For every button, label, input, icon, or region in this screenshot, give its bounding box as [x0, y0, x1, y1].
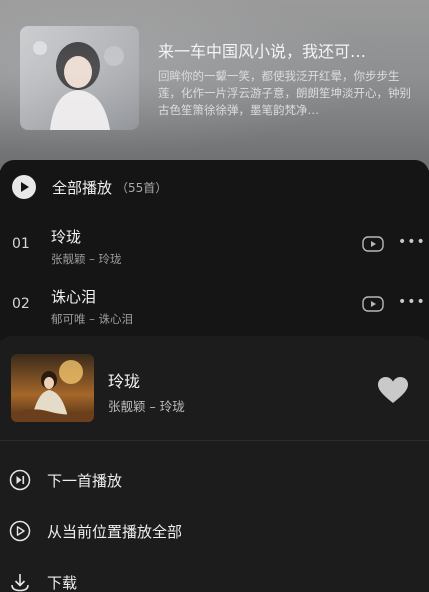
playlist-description[interactable]: 回眸你的一颦一笑，都使我泛开红晕，你步步生莲，化作一片浮云游子意，朗朗笙坤淡开心… — [158, 68, 420, 122]
play-next-button[interactable]: 下一首播放 — [0, 460, 429, 500]
track-row[interactable]: 01 玲珑 张靓颖 – 玲珑 ••• — [0, 222, 429, 272]
track-index: 01 — [12, 236, 30, 252]
app-screen: 来一车中国风小说，我还可… 回眸你的一颦一笑，都使我泛开红晕，你步步生莲，化作一… — [0, 0, 429, 592]
play-all-from-here-button[interactable]: 从当前位置播放全部 — [0, 511, 429, 551]
play-next-icon — [9, 469, 31, 491]
song-count: （55首） — [116, 180, 168, 195]
play-next-label: 下一首播放 — [47, 471, 123, 490]
track-title: 玲珑 — [51, 228, 82, 246]
play-all-button[interactable]: 全部播放 （55首） — [12, 174, 167, 200]
song-cover-image — [11, 354, 94, 422]
song-list-panel: 全部播放 （55首） 01 玲珑 张靓颖 – 玲珑 ••• 02 诛心泪 郁可唯… — [0, 160, 429, 340]
play-all-from-here-label: 从当前位置播放全部 — [47, 522, 183, 541]
playlist-header: 来一车中国风小说，我还可… 回眸你的一颦一笑，都使我泛开红晕，你步步生莲，化作一… — [0, 0, 429, 170]
track-title: 诛心泪 — [51, 288, 97, 306]
mv-play-icon[interactable] — [362, 236, 384, 256]
favorite-heart-icon[interactable] — [377, 376, 409, 408]
song-action-sheet: 玲珑 张靓颖 – 玲珑 下一首播放 从当前位置播放全部 下载 — [0, 336, 429, 592]
sheet-song-title: 玲珑 — [108, 372, 141, 391]
sheet-song-artist: 张靓颖 – 玲珑 — [108, 399, 185, 414]
more-options-icon[interactable]: ••• — [398, 294, 426, 310]
divider — [0, 440, 429, 441]
download-button[interactable]: 下载 — [0, 562, 429, 592]
download-label: 下载 — [47, 573, 78, 592]
play-all-icon — [12, 175, 36, 199]
track-row[interactable]: 02 诛心泪 郁可唯 – 诛心泪 ••• — [0, 282, 429, 332]
playlist-cover-image[interactable] — [20, 26, 139, 130]
mv-play-icon[interactable] — [362, 296, 384, 316]
play-circle-icon — [9, 520, 31, 542]
track-artist-album: 郁可唯 – 诛心泪 — [51, 312, 134, 326]
track-artist-album: 张靓颖 – 玲珑 — [51, 252, 122, 266]
playlist-title: 来一车中国风小说，我还可… — [158, 42, 367, 61]
track-index: 02 — [12, 296, 30, 312]
download-icon — [9, 571, 31, 592]
play-all-label: 全部播放 — [52, 178, 113, 197]
more-options-icon[interactable]: ••• — [398, 234, 426, 250]
